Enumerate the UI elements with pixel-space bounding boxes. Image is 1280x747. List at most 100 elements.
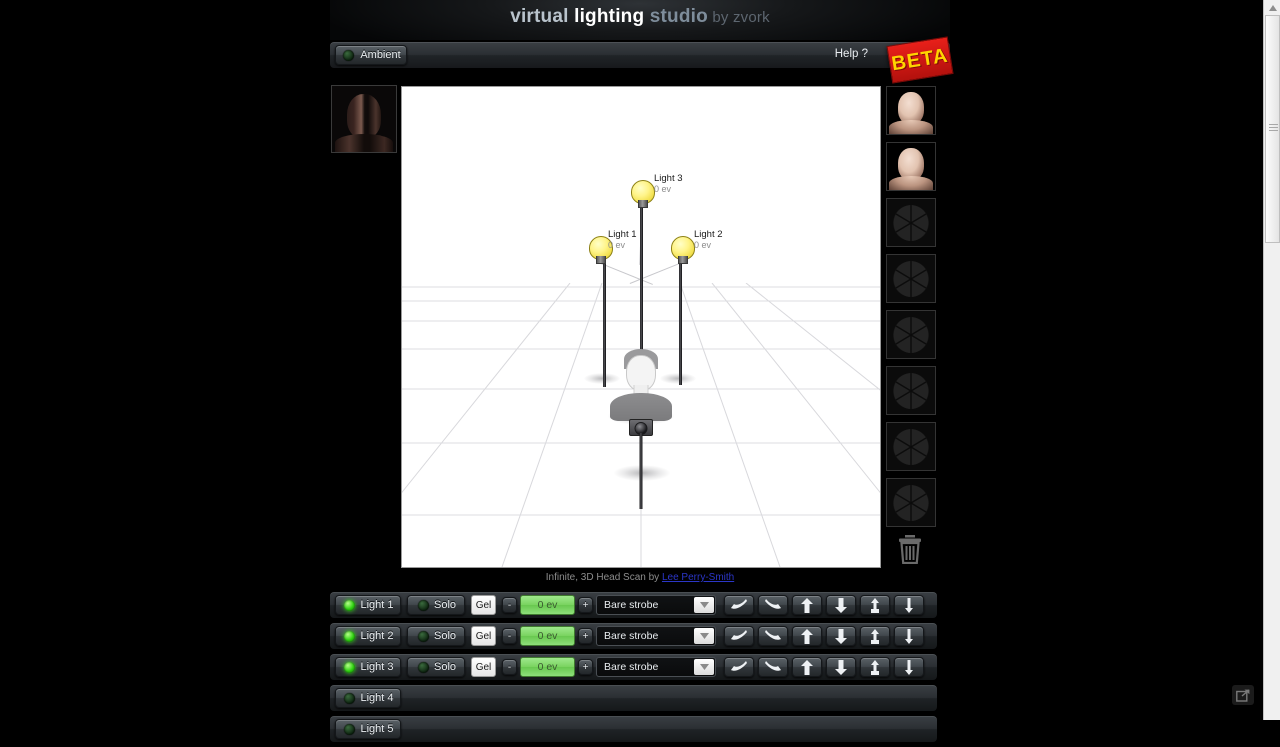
arrow-down-icon[interactable]: [826, 657, 856, 677]
light-toggle-4[interactable]: Light 4: [335, 688, 401, 708]
rotate-right-icon[interactable]: [758, 595, 788, 615]
light-led-icon: [344, 723, 356, 735]
raise-icon[interactable]: [860, 595, 890, 615]
render-thumbnail-2[interactable]: [886, 142, 936, 191]
light-toggle-2[interactable]: Light 2: [335, 626, 401, 646]
raise-icon[interactable]: [860, 626, 890, 646]
ev-decrease-1[interactable]: -: [502, 597, 517, 613]
lower-icon[interactable]: [894, 595, 924, 615]
ev-increase-1[interactable]: +: [578, 597, 593, 613]
render-thumbnail-1[interactable]: [886, 86, 936, 135]
aperture-icon: [893, 260, 929, 297]
delete-button[interactable]: [886, 530, 934, 568]
solo-button-2[interactable]: Solo: [407, 626, 465, 646]
arrow-up-icon[interactable]: [792, 626, 822, 646]
light-actions-2: [724, 626, 924, 646]
arrow-up-icon[interactable]: [792, 657, 822, 677]
thumbnail-render-image: [887, 87, 935, 134]
preview-head-shape: [347, 94, 381, 138]
light-label-3-ev: 0 ev: [654, 184, 672, 194]
subject-mannequin[interactable]: [606, 349, 676, 509]
light-toggle-1[interactable]: Light 1: [335, 595, 401, 615]
solo-label: Solo: [433, 599, 457, 611]
chevron-down-icon: [694, 597, 714, 613]
light-bulb-2[interactable]: [671, 236, 695, 264]
light-label-3-name: Light 3: [654, 173, 683, 184]
gel-button-3[interactable]: Gel: [471, 657, 496, 677]
ev-value-1[interactable]: 0 ev: [520, 595, 575, 615]
ambient-button[interactable]: Ambient: [335, 45, 407, 65]
light-name-label: Light 2: [360, 630, 394, 642]
title-word-virtual: virtual: [510, 6, 575, 27]
bulb-base-icon: [596, 256, 606, 264]
thumb-shoulder-shape: [889, 176, 933, 190]
empty-slot-3[interactable]: [886, 310, 936, 359]
ev-decrease-2[interactable]: -: [502, 628, 517, 644]
light-name-label: Light 1: [360, 599, 394, 611]
arrow-down-icon[interactable]: [826, 595, 856, 615]
empty-slot-4[interactable]: [886, 366, 936, 415]
light-toggle-3[interactable]: Light 3: [335, 657, 401, 677]
modifier-label: Bare strobe: [604, 599, 659, 611]
modifier-label: Bare strobe: [604, 661, 659, 673]
empty-slot-6[interactable]: [886, 478, 936, 527]
lower-icon[interactable]: [894, 626, 924, 646]
light-rows-panel: Light 1 Solo Gel - 0 ev + Bare strobe Li…: [330, 592, 937, 747]
app-stage: virtual lighting studio by zvork Ambient…: [0, 0, 1280, 742]
aperture-icon: [893, 484, 929, 521]
scrollbar-thumb[interactable]: [1265, 15, 1280, 243]
gel-button-2[interactable]: Gel: [471, 626, 496, 646]
thumbnail-strip: [886, 86, 936, 534]
rotate-right-icon[interactable]: [758, 657, 788, 677]
arrow-down-icon[interactable]: [826, 626, 856, 646]
solo-led-icon: [417, 630, 429, 642]
light-label-1: Light 1 0 ev: [608, 229, 637, 251]
empty-slot-5[interactable]: [886, 422, 936, 471]
light-row-1: Light 1 Solo Gel - 0 ev + Bare strobe: [330, 592, 937, 618]
light-led-icon: [344, 661, 356, 673]
ev-decrease-3[interactable]: -: [502, 659, 517, 675]
ev-increase-2[interactable]: +: [578, 628, 593, 644]
light-row-4: Light 4: [330, 685, 937, 711]
gel-button-1[interactable]: Gel: [471, 595, 496, 615]
rotate-left-icon[interactable]: [724, 595, 754, 615]
scrollbar-up-arrow-icon[interactable]: [1264, 0, 1280, 15]
aperture-icon: [893, 204, 929, 241]
empty-slot-1[interactable]: [886, 198, 936, 247]
modifier-select-2[interactable]: Bare strobe: [596, 626, 716, 646]
ev-value-2[interactable]: 0 ev: [520, 626, 575, 646]
title-byline: by zvork: [707, 9, 770, 26]
light-toggle-5[interactable]: Light 5: [335, 719, 401, 739]
rotate-left-icon[interactable]: [724, 657, 754, 677]
light-led-icon: [344, 599, 356, 611]
lower-icon[interactable]: [894, 657, 924, 677]
light-stand-2: [679, 253, 682, 385]
modifier-select-1[interactable]: Bare strobe: [596, 595, 716, 615]
light-label-2-name: Light 2: [694, 229, 723, 240]
solo-button-1[interactable]: Solo: [407, 595, 465, 615]
solo-led-icon: [417, 661, 429, 673]
ev-value-3[interactable]: 0 ev: [520, 657, 575, 677]
viewport-caption: Infinite, 3D Head Scan by Lee Perry-Smit…: [401, 572, 879, 583]
solo-button-3[interactable]: Solo: [407, 657, 465, 677]
title-word-lighting: lighting: [574, 6, 650, 27]
caption-text: Infinite, 3D Head Scan by: [545, 572, 662, 583]
arrow-up-icon[interactable]: [792, 595, 822, 615]
raise-icon[interactable]: [860, 657, 890, 677]
page-scrollbar[interactable]: [1263, 0, 1280, 720]
render-preview[interactable]: [331, 85, 397, 153]
empty-slot-2[interactable]: [886, 254, 936, 303]
light-name-label: Light 4: [360, 692, 394, 704]
light-actions-1: [724, 595, 924, 615]
modifier-select-3[interactable]: Bare strobe: [596, 657, 716, 677]
aperture-icon: [893, 428, 929, 465]
help-link[interactable]: Help ?: [835, 48, 868, 60]
scene-viewport[interactable]: Light 3 0 ev Light 1 0 ev Light 2 0 ev: [401, 86, 881, 568]
rotate-right-icon[interactable]: [758, 626, 788, 646]
caption-credit-link[interactable]: Lee Perry-Smith: [662, 572, 734, 583]
ambient-label: Ambient: [360, 49, 401, 61]
ev-increase-3[interactable]: +: [578, 659, 593, 675]
rotate-left-icon[interactable]: [724, 626, 754, 646]
popout-button[interactable]: [1232, 685, 1254, 705]
light-bulb-3[interactable]: [631, 180, 655, 208]
